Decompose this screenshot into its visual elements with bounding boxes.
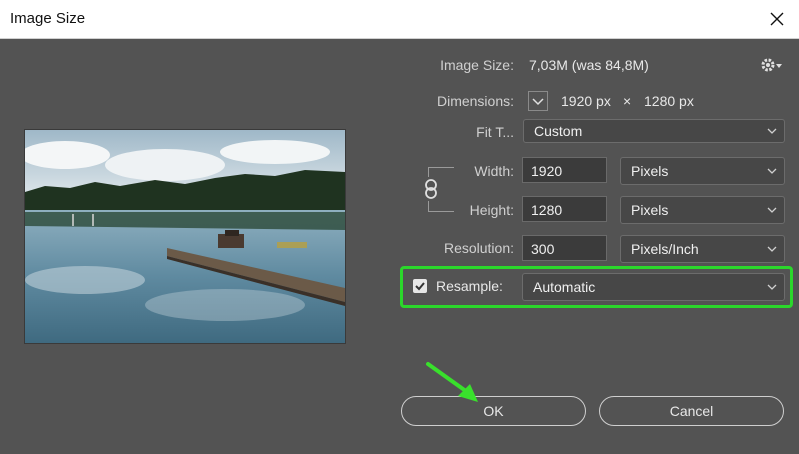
checkmark-icon	[415, 282, 425, 291]
title-bar: Image Size	[0, 0, 799, 39]
height-unit-select[interactable]: Pixels	[620, 196, 785, 224]
resolution-label: Resolution:	[443, 240, 514, 256]
resolution-input[interactable]: 300	[522, 235, 607, 261]
dimensions-dropdown-button[interactable]	[528, 91, 548, 111]
green-arrow-annotation	[426, 362, 478, 402]
fit-to-label: Fit T...	[476, 124, 514, 140]
resample-select[interactable]: Automatic	[522, 273, 785, 301]
fit-to-select[interactable]: Custom	[523, 119, 785, 143]
chevron-down-icon	[767, 168, 777, 174]
resample-checkbox[interactable]	[413, 279, 427, 293]
chevron-down-icon	[767, 207, 777, 213]
chevron-down-icon	[532, 98, 544, 106]
height-unit-value: Pixels	[631, 202, 669, 218]
image-size-value: 7,03M (was 84,8M)	[529, 57, 649, 73]
width-label: Width:	[474, 163, 514, 179]
close-icon	[770, 12, 784, 26]
fit-to-value: Custom	[534, 123, 583, 139]
lake-dock-photo	[25, 130, 345, 343]
chevron-down-icon	[767, 128, 777, 134]
chevron-down-icon	[767, 284, 777, 290]
image-preview[interactable]	[24, 129, 346, 344]
cancel-button[interactable]: Cancel	[599, 396, 784, 426]
link-chain-icon	[425, 179, 437, 199]
width-input[interactable]: 1920	[522, 157, 607, 183]
image-size-label: Image Size:	[440, 57, 514, 73]
height-label: Height:	[469, 202, 514, 218]
chevron-down-icon	[767, 246, 777, 252]
resolution-unit-value: Pixels/Inch	[631, 241, 699, 257]
resolution-unit-select[interactable]: Pixels/Inch	[620, 235, 785, 263]
dimensions-times-sign: ×	[623, 93, 632, 109]
resample-label: Resample:	[436, 278, 503, 294]
width-unit-select[interactable]: Pixels	[620, 157, 785, 185]
close-button[interactable]	[762, 4, 792, 34]
width-unit-value: Pixels	[631, 163, 669, 179]
dimensions-label: Dimensions:	[436, 93, 514, 109]
height-input[interactable]: 1280	[522, 196, 607, 222]
resample-value: Automatic	[533, 279, 596, 295]
settings-gear-button[interactable]	[760, 56, 784, 74]
dialog-title: Image Size	[10, 10, 86, 27]
constrain-proportions-toggle[interactable]	[420, 177, 442, 201]
dimensions-height-value: 1280 px	[644, 93, 694, 109]
dimensions-width-value: 1920 px	[561, 93, 611, 109]
gear-icon	[761, 58, 782, 72]
